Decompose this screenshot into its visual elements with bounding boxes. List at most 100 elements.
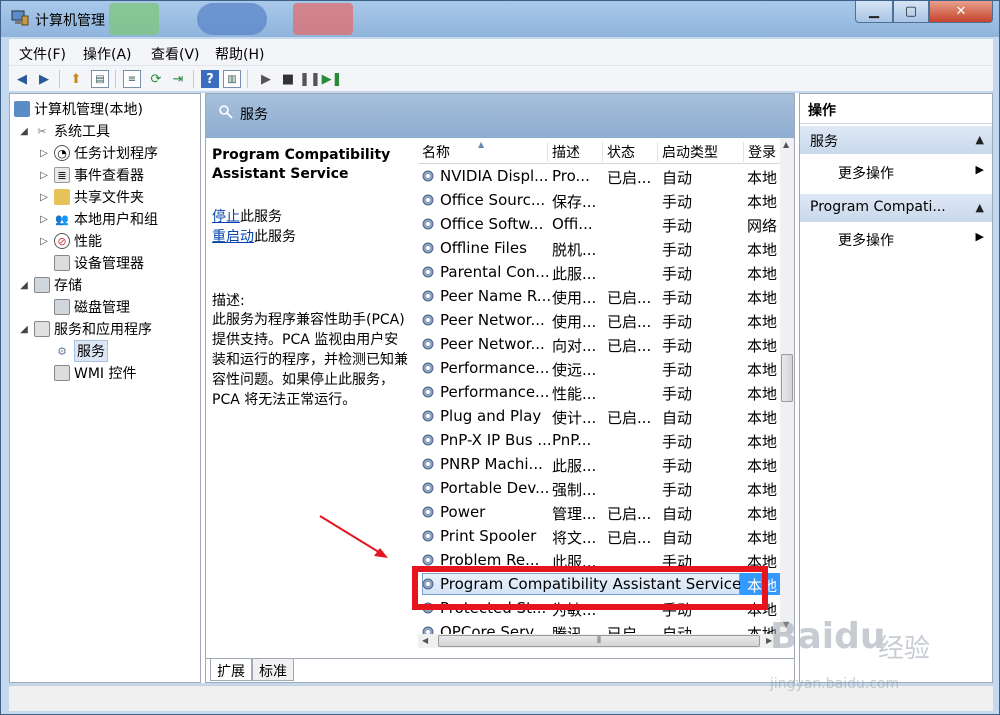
tree-item-device-manager[interactable]: 设备管理器 — [54, 252, 144, 274]
cell-startup: 自动 — [662, 169, 693, 187]
table-row[interactable]: Portable Dev... 强制... 手动 本地 — [418, 476, 794, 500]
maximize-button[interactable]: ▢ — [893, 1, 929, 23]
actions-title: 操作 — [800, 94, 992, 124]
cell-status: 已启... — [607, 169, 652, 187]
tree-item-performance[interactable]: ▷ ⊘ 性能 — [38, 230, 102, 252]
restart-service-link[interactable]: 重启动 — [212, 229, 254, 245]
collapsed-icon[interactable]: ▷ — [38, 170, 50, 181]
table-row[interactable]: Offline Files 脱机... 手动 本地 — [418, 236, 794, 260]
horizontal-scrollbar[interactable]: ◀ ⦀ ▶ — [418, 634, 780, 648]
cell-desc: 保存... — [552, 193, 597, 211]
collapse-icon[interactable]: ▲ — [976, 201, 984, 214]
tree-item-event-viewer[interactable]: ▷ ≣ 事件查看器 — [38, 164, 144, 186]
vertical-scrollbar[interactable]: ▲ ▼ — [780, 138, 794, 634]
cell-name: Performance... — [440, 383, 550, 401]
more-actions-services[interactable]: 更多操作 ▶ — [800, 158, 992, 184]
collapsed-icon[interactable]: ▷ — [38, 192, 50, 203]
back-arrow-icon[interactable]: ◀ — [13, 70, 31, 88]
minimize-button[interactable]: ▁ — [855, 1, 893, 23]
expanded-icon[interactable]: ◢ — [18, 126, 30, 137]
expanded-icon[interactable]: ◢ — [18, 280, 30, 291]
horizontal-scroll-thumb[interactable]: ⦀ — [438, 635, 760, 647]
tree-item-wmi[interactable]: WMI 控件 — [54, 362, 137, 384]
close-button[interactable]: ✕ — [929, 1, 993, 23]
column-header-startup[interactable]: 启动类型 — [658, 142, 744, 162]
table-row[interactable]: Office Sourc... 保存... 手动 本地 — [418, 188, 794, 212]
cell-startup: 自动 — [662, 505, 693, 523]
tree-item-local-users[interactable]: ▷ 👥 本地用户和组 — [38, 208, 158, 230]
table-row[interactable]: PnP-X IP Bus ... PnP... 手动 本地 — [418, 428, 794, 452]
tab-extended[interactable]: 扩展 — [210, 659, 252, 681]
scroll-up-icon[interactable]: ▲ — [783, 140, 789, 149]
forward-arrow-icon[interactable]: ▶ — [35, 70, 53, 88]
gear-icon — [420, 168, 436, 184]
menu-file[interactable]: 文件(F) — [19, 44, 66, 64]
tree-item-services[interactable]: ⚙ 服务 — [54, 340, 108, 362]
tree-item-services-apps[interactable]: ◢ 服务和应用程序 — [18, 318, 152, 340]
table-row[interactable]: Peer Networ... 向对... 已启... 手动 本地 — [418, 332, 794, 356]
stop-suffix: 此服务 — [240, 209, 282, 225]
help-icon[interactable]: ? — [201, 70, 219, 88]
tree-item-disk-management[interactable]: 磁盘管理 — [54, 296, 130, 318]
table-row[interactable]: Parental Con... 此服... 手动 本地 — [418, 260, 794, 284]
tree-item-root[interactable]: 计算机管理(本地) — [14, 98, 143, 120]
show-hide-tree-icon[interactable]: ▤ — [91, 70, 109, 88]
expanded-icon[interactable]: ◢ — [18, 324, 30, 335]
tree-label: 任务计划程序 — [74, 146, 158, 162]
menu-action[interactable]: 操作(A) — [83, 44, 132, 64]
device-manager-icon — [54, 255, 70, 271]
users-icon: 👥 — [55, 212, 69, 226]
refresh-icon[interactable]: ⟳ — [147, 70, 165, 88]
stop-service-icon[interactable]: ■ — [279, 70, 297, 88]
background-decoration — [109, 3, 159, 35]
more-actions-selected-service[interactable]: 更多操作 ▶ — [800, 225, 992, 251]
actions-section-selected-service[interactable]: Program Compati... ▲ — [800, 194, 992, 222]
gear-icon — [420, 312, 436, 328]
scroll-left-icon[interactable]: ◀ — [422, 636, 428, 645]
table-row[interactable]: Peer Networ... 使用... 已启... 手动 本地 — [418, 308, 794, 332]
table-row[interactable]: Plug and Play 使计... 已启... 自动 本地 — [418, 404, 794, 428]
menu-help[interactable]: 帮助(H) — [215, 44, 264, 64]
tree-label: 服务 — [74, 340, 108, 362]
collapse-icon[interactable]: ▲ — [976, 133, 984, 146]
column-header-description[interactable]: 描述 — [548, 142, 603, 162]
table-row[interactable]: Peer Name R... 使用... 已启... 手动 本地 — [418, 284, 794, 308]
start-service-icon[interactable]: ▶ — [257, 70, 275, 88]
table-row[interactable]: Power 管理... 已启... 自动 本地 — [418, 500, 794, 524]
tree-item-task-scheduler[interactable]: ▷ ◔ 任务计划程序 — [38, 142, 158, 164]
tree-item-shared-folders[interactable]: ▷ 共享文件夹 — [38, 186, 144, 208]
show-hide-action-pane-icon[interactable]: ▥ — [223, 70, 241, 88]
column-header-status[interactable]: 状态 — [603, 142, 658, 162]
pause-service-icon[interactable]: ❚❚ — [299, 70, 321, 88]
export-list-icon[interactable]: ⇥ — [169, 70, 187, 88]
table-row[interactable]: NVIDIA Displ... Pro... 已启... 自动 本地 — [418, 164, 794, 188]
stop-service-link[interactable]: 停止 — [212, 209, 240, 225]
actions-section-services[interactable]: 服务 ▲ — [800, 126, 992, 154]
cell-desc: 将文... — [552, 529, 597, 547]
table-row[interactable]: Performance... 使远... 手动 本地 — [418, 356, 794, 380]
collapsed-icon[interactable]: ▷ — [38, 236, 50, 247]
table-row[interactable]: Performance... 性能... 手动 本地 — [418, 380, 794, 404]
up-folder-icon[interactable]: ⬆ — [67, 70, 85, 88]
tools-icon: ✂ — [37, 124, 47, 138]
cell-startup: 自动 — [662, 409, 693, 427]
table-row[interactable]: PNRP Machi... 此服... 手动 本地 — [418, 452, 794, 476]
collapsed-icon[interactable]: ▷ — [38, 214, 50, 225]
gear-icon — [420, 288, 436, 304]
tab-standard[interactable]: 标准 — [252, 659, 294, 681]
submenu-arrow-icon: ▶ — [975, 230, 984, 243]
table-row[interactable]: Print Spooler 将文... 已启... 自动 本地 — [418, 524, 794, 548]
vertical-scroll-thumb[interactable] — [781, 354, 793, 402]
collapsed-icon[interactable]: ▷ — [38, 148, 50, 159]
toolbar: ◀ ▶ ⬆ ▤ ≡ ⟳ ⇥ ? ▥ ▶ ■ ❚❚ ▶❚ — [9, 65, 993, 91]
tree-item-system-tools[interactable]: ◢ ✂ 系统工具 — [18, 120, 110, 142]
column-name-label: 名称 — [422, 145, 450, 161]
restart-service-icon[interactable]: ▶❚ — [322, 70, 343, 88]
action-label: 更多操作 — [838, 166, 894, 182]
properties-icon[interactable]: ≡ — [123, 70, 141, 88]
menu-view[interactable]: 查看(V) — [151, 44, 200, 64]
tree-item-storage[interactable]: ◢ 存储 — [18, 274, 82, 296]
gear-icon — [420, 528, 436, 544]
table-row[interactable]: Office Softw... Offi... 手动 网络 — [418, 212, 794, 236]
column-header-name[interactable]: ▲ 名称 — [418, 140, 548, 162]
